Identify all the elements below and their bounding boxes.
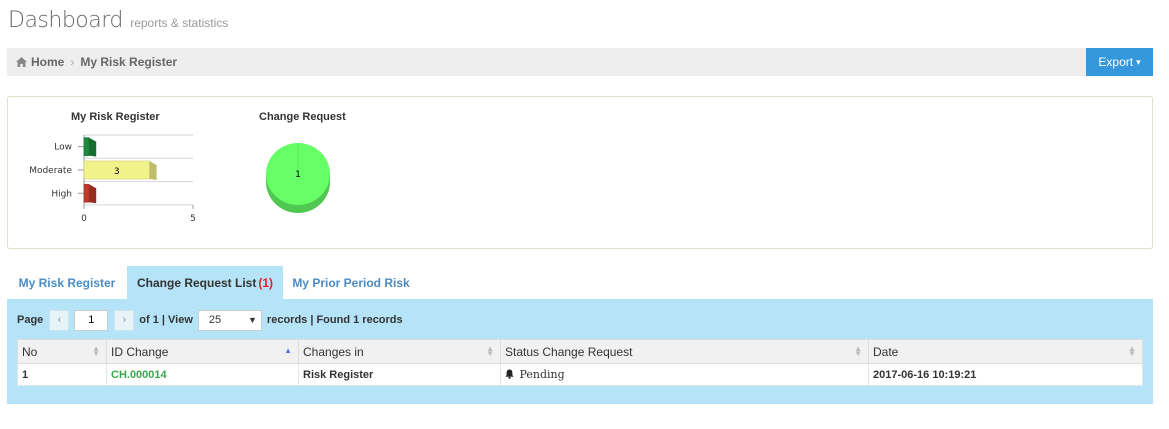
risk-register-bar-chart: Low Moderate 3 High 0 5 [29, 134, 196, 224]
per-page-select[interactable]: 25 ▼ [197, 309, 262, 331]
sort-icon: ▲ ▼ [1128, 344, 1136, 358]
pager-records-label: records | Found 1 records [266, 314, 403, 326]
change-request-pie-chart: 1 [266, 143, 330, 213]
x-tick-label: 5 [190, 214, 196, 224]
table-header-row: No ▲ ▼ ID Change ▲ Changes in ▲ ▼ Status C… [17, 339, 1143, 364]
tab-my-prior-period-risk[interactable]: My Prior Period Risk [290, 266, 412, 299]
breadcrumb: Home › My Risk Register [16, 55, 177, 69]
pager-of-label: of 1 | View [139, 314, 193, 326]
caret-down-icon: ▼ [248, 315, 257, 325]
page-title: Dashboard [8, 8, 123, 33]
bar-high [83, 183, 90, 203]
pie-data-label: 1 [295, 170, 301, 180]
home-icon [16, 57, 27, 67]
cell-changes-in: Risk Register [298, 363, 501, 386]
column-header-changes-in[interactable]: Changes in ▲ ▼ [298, 339, 501, 364]
change-id-link[interactable]: CH.000014 [111, 369, 167, 381]
sort-icon: ▲ ▼ [92, 344, 100, 358]
bar-side-face [149, 160, 157, 180]
risk-chart-title: My Risk Register [71, 111, 160, 123]
x-tick-label: 0 [81, 214, 87, 224]
column-header-no[interactable]: No ▲ ▼ [17, 339, 107, 364]
tab-bar: My Risk Register Change Request List (1)… [7, 266, 1153, 299]
tab-change-request-list[interactable]: Change Request List (1) [127, 266, 283, 299]
bar-data-label: 3 [114, 167, 120, 177]
page-header: Dashboard reports & statistics [8, 8, 228, 42]
column-header-status[interactable]: Status Change Request ▲ ▼ [500, 339, 869, 364]
chevron-right-icon: › [70, 55, 75, 69]
sort-icon: ▲ ▼ [486, 344, 494, 358]
bar-side-face [89, 137, 97, 157]
bar-side-face [89, 184, 97, 204]
cell-no: 1 [17, 363, 107, 386]
chevron-right-icon[interactable]: › [114, 309, 135, 331]
sort-asc-icon: ▲ [284, 346, 292, 355]
chevron-left-icon[interactable]: ‹ [49, 309, 70, 331]
column-header-id-change[interactable]: ID Change ▲ [106, 339, 299, 364]
chevron-down-icon: ▾ [1136, 56, 1141, 67]
export-button[interactable]: Export ▾ [1086, 48, 1153, 76]
tab-label: Change Request List [136, 275, 257, 290]
export-button-label: Export [1098, 55, 1134, 69]
column-header-date[interactable]: Date ▲ ▼ [868, 339, 1143, 364]
status-text: Pending [519, 368, 565, 381]
change-request-list-panel: Page ‹ › of 1 | View 25 ▼ records | Foun… [7, 299, 1153, 404]
cell-date: 2017-06-16 10:19:21 [868, 363, 1143, 386]
change-request-table: No ▲ ▼ ID Change ▲ Changes in ▲ ▼ Status C… [17, 339, 1143, 386]
sort-icon: ▲ ▼ [854, 344, 862, 358]
cell-status: Pending [500, 363, 869, 386]
table-row: 1 CH.000014 Risk Register Pending 2017-0… [17, 363, 1143, 386]
change-chart-title: Change Request [259, 111, 346, 123]
pager: Page ‹ › of 1 | View 25 ▼ records | Foun… [17, 309, 403, 331]
category-label: High [51, 189, 72, 199]
pager-page-label: Page [17, 314, 44, 326]
chart-panel: My Risk Register Low Moderate 3 High 0 5 Chan… [7, 96, 1153, 249]
bell-icon [505, 369, 514, 379]
category-label: Low [54, 143, 72, 153]
category-label: Moderate [29, 166, 72, 176]
tab-my-risk-register[interactable]: My Risk Register [11, 266, 123, 299]
breadcrumb-home-link[interactable]: Home [31, 55, 64, 69]
bar-low [83, 137, 90, 156]
tab-label: My Prior Period Risk [292, 275, 410, 290]
tab-label: My Risk Register [18, 275, 116, 290]
breadcrumb-current: My Risk Register [80, 55, 178, 69]
per-page-value: 25 [208, 314, 222, 326]
tab-count-badge: (1) [258, 275, 274, 290]
page-number-input[interactable] [74, 309, 109, 331]
breadcrumb-bar: Home › My Risk Register [7, 48, 1153, 76]
page-subtitle: reports & statistics [130, 16, 229, 30]
